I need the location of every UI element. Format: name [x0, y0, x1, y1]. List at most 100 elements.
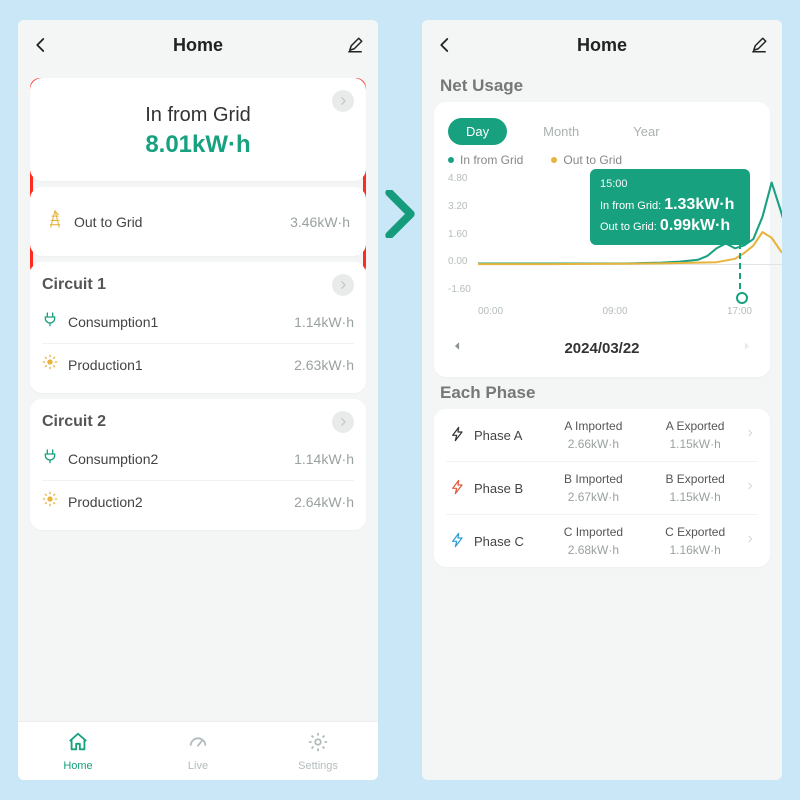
legend-in-label: In from Grid — [460, 153, 523, 167]
tooltip-out-label: Out to Grid: — [600, 221, 657, 233]
phase-a-imp-value: 2.66kW·h — [543, 437, 645, 451]
net-usage-chart[interactable]: 4.80 3.20 1.60 0.00 -1.60 15:00 In from … — [446, 173, 758, 323]
screen-home-summary: Home In from Grid 8.01kW·h Out — [18, 20, 378, 780]
period-day[interactable]: Day — [448, 118, 507, 145]
net-usage-card: Day Month Year In from Grid Out to Grid … — [434, 102, 770, 377]
edit-icon[interactable] — [750, 36, 768, 54]
tower-icon — [46, 209, 64, 234]
sun-icon — [42, 491, 58, 512]
tab-settings-label: Settings — [298, 760, 338, 772]
y-tick: 3.20 — [448, 201, 471, 212]
production1-label: Production1 — [68, 357, 143, 373]
bolt-icon — [450, 479, 466, 498]
screen-net-usage: Home Net Usage Day Month Year In from Gr… — [422, 20, 782, 780]
tab-settings[interactable]: Settings — [258, 722, 378, 780]
tooltip-in-value: 1.33kW·h — [664, 196, 734, 213]
chevron-right-icon[interactable] — [332, 90, 354, 112]
in-from-grid-label: In from Grid — [42, 104, 354, 127]
consumption2-value: 1.14kW·h — [294, 451, 354, 467]
production1-value: 2.63kW·h — [294, 357, 354, 373]
phase-c-imp-label: C Imported — [543, 525, 645, 539]
date-value: 2024/03/22 — [564, 340, 639, 357]
next-date-icon[interactable] — [742, 339, 752, 357]
phase-b-imp-label: B Imported — [543, 472, 645, 486]
out-to-grid-label: Out to Grid — [74, 214, 142, 230]
period-month[interactable]: Month — [525, 118, 597, 145]
consumption2-label: Consumption2 — [68, 451, 158, 467]
section-net-usage-title: Net Usage — [440, 76, 764, 96]
legend-dot-in — [448, 157, 454, 163]
x-tick: 00:00 — [478, 306, 503, 317]
date-nav: 2024/03/22 — [452, 339, 752, 357]
home-icon — [67, 731, 89, 758]
page-title: Home — [173, 35, 223, 56]
phase-b-exp-value: 1.15kW·h — [644, 490, 746, 504]
y-tick: 0.00 — [448, 256, 471, 267]
in-from-grid-value: 8.01kW·h — [42, 131, 354, 159]
topbar: Home — [18, 20, 378, 70]
x-axis: 00:00 09:00 17:00 — [478, 306, 752, 317]
phase-b-name: Phase B — [474, 481, 523, 496]
chevron-right-icon — [746, 426, 754, 444]
chart-tooltip: 15:00 In from Grid: 1.33kW·h Out to Grid… — [590, 169, 750, 245]
tooltip-in-label: In from Grid: — [600, 200, 661, 212]
transition-arrow-icon — [383, 190, 417, 243]
sun-icon — [42, 354, 58, 375]
edit-icon[interactable] — [346, 36, 364, 54]
consumption1-label: Consumption1 — [68, 314, 158, 330]
phase-a-imp-label: A Imported — [543, 419, 645, 433]
period-year[interactable]: Year — [615, 118, 677, 145]
circuit-2-title: Circuit 2 — [42, 407, 354, 437]
phase-b-exp-label: B Exported — [644, 472, 746, 486]
period-tabs: Day Month Year — [448, 118, 756, 145]
out-card[interactable]: Out to Grid 3.46kW·h — [30, 187, 366, 256]
tab-home-label: Home — [63, 760, 92, 772]
grid-card[interactable]: In from Grid 8.01kW·h — [30, 78, 366, 181]
prev-date-icon[interactable] — [452, 339, 462, 357]
page-title: Home — [577, 35, 627, 56]
legend-out-label: Out to Grid — [563, 153, 622, 167]
phase-c-name: Phase C — [474, 534, 524, 549]
tab-live-label: Live — [188, 760, 208, 772]
production2-label: Production2 — [68, 494, 143, 510]
y-axis: 4.80 3.20 1.60 0.00 -1.60 — [448, 173, 471, 295]
bottom-nav: Home Live Settings — [18, 721, 378, 780]
y-tick: 4.80 — [448, 173, 471, 184]
phase-b-row[interactable]: Phase B B Imported 2.67kW·h B Exported 1.1… — [446, 461, 758, 514]
phase-list: Phase A A Imported2.66kW·h A Exported1.1… — [434, 409, 770, 567]
x-tick: 17:00 — [727, 306, 752, 317]
circuit-1-card[interactable]: Circuit 1 Consumption1 1.14kW·h Producti… — [30, 262, 366, 393]
legend-dot-out — [551, 157, 557, 163]
gear-icon — [307, 731, 329, 758]
circuit-2-card[interactable]: Circuit 2 Consumption2 1.14kW·h Producti… — [30, 399, 366, 530]
phase-c-exp-value: 1.16kW·h — [644, 543, 746, 557]
phase-c-imp-value: 2.68kW·h — [543, 543, 645, 557]
bolt-icon — [450, 532, 466, 551]
bolt-icon — [450, 426, 466, 445]
tab-live[interactable]: Live — [138, 722, 258, 780]
chevron-right-icon[interactable] — [332, 274, 354, 296]
tab-home[interactable]: Home — [18, 722, 138, 780]
plug-icon — [42, 310, 58, 333]
circuit-1-title: Circuit 1 — [42, 270, 354, 300]
back-icon[interactable] — [436, 36, 454, 54]
chevron-right-icon[interactable] — [332, 411, 354, 433]
tooltip-out-value: 0.99kW·h — [660, 217, 730, 234]
back-icon[interactable] — [32, 36, 50, 54]
phase-c-exp-label: C Exported — [644, 525, 746, 539]
consumption1-value: 1.14kW·h — [294, 314, 354, 330]
topbar: Home — [422, 20, 782, 70]
production2-value: 2.64kW·h — [294, 494, 354, 510]
gauge-icon — [187, 731, 209, 758]
chevron-right-icon — [746, 479, 754, 497]
phase-c-row[interactable]: Phase C C Imported 2.68kW·h C Exported 1.1… — [446, 514, 758, 567]
y-tick: 1.60 — [448, 229, 471, 240]
y-tick: -1.60 — [448, 284, 471, 295]
phase-b-imp-value: 2.67kW·h — [543, 490, 645, 504]
phase-a-name: Phase A — [474, 428, 522, 443]
phase-a-row[interactable]: Phase A A Imported2.66kW·h A Exported1.1… — [446, 409, 758, 461]
plug-icon — [42, 447, 58, 470]
x-tick: 09:00 — [602, 306, 627, 317]
phase-a-exp-value: 1.15kW·h — [644, 437, 746, 451]
chart-marker — [739, 223, 741, 299]
